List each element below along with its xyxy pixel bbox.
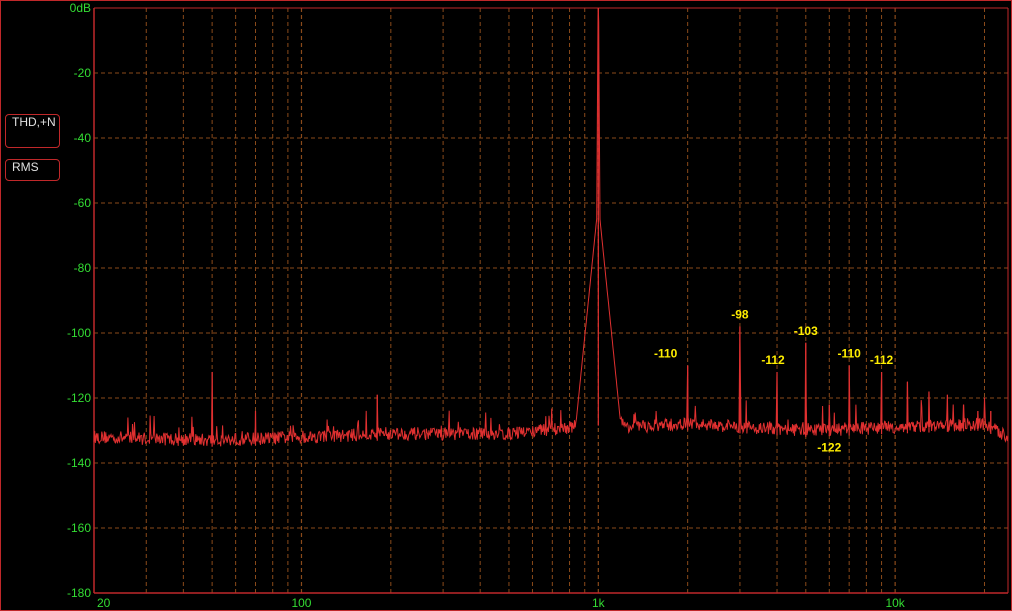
y-tick-label: 0dB <box>70 1 91 15</box>
y-tick-label: -60 <box>74 196 92 210</box>
rms-button[interactable]: RMS <box>5 159 60 181</box>
peak-annotation-label: -98 <box>731 308 749 322</box>
spectrum-line <box>93 7 1009 447</box>
y-tick-label: -180 <box>67 586 91 600</box>
grid <box>93 7 1008 594</box>
spectrum-chart: 0dB -20 -40 -60 -80 -100 -120 -140 -160 -180 20 100… <box>67 1 1009 610</box>
y-tick-label: -140 <box>67 456 91 470</box>
peak-annotation-label: -112 <box>761 353 785 367</box>
x-tick-label: 10k <box>885 596 905 610</box>
peak-annotation-label: -110 <box>837 347 861 361</box>
peak-annotation-label: -122 <box>817 441 841 455</box>
y-tick-label: -80 <box>74 261 92 275</box>
y-tick-label: -160 <box>67 521 91 535</box>
y-tick-label: -40 <box>74 131 92 145</box>
peak-annotation-label: -110 <box>654 347 678 361</box>
peak-annotation-label: -112 <box>870 353 894 367</box>
x-tick-label: 100 <box>291 596 311 610</box>
spectrum-analyzer-window: 0dB -20 -40 -60 -80 -100 -120 -140 -160 -180 20 100… <box>0 0 1012 611</box>
spectrum-trace <box>93 7 1009 447</box>
y-tick-label: -120 <box>67 391 91 405</box>
y-tick-label: -100 <box>67 326 91 340</box>
x-tick-label: 1k <box>592 596 606 610</box>
thd-n-button[interactable]: THD,+N <box>5 114 60 148</box>
x-tick-label: 20 <box>97 596 111 610</box>
peak-annotation-label: -103 <box>794 324 818 338</box>
y-tick-label: -20 <box>74 66 92 80</box>
